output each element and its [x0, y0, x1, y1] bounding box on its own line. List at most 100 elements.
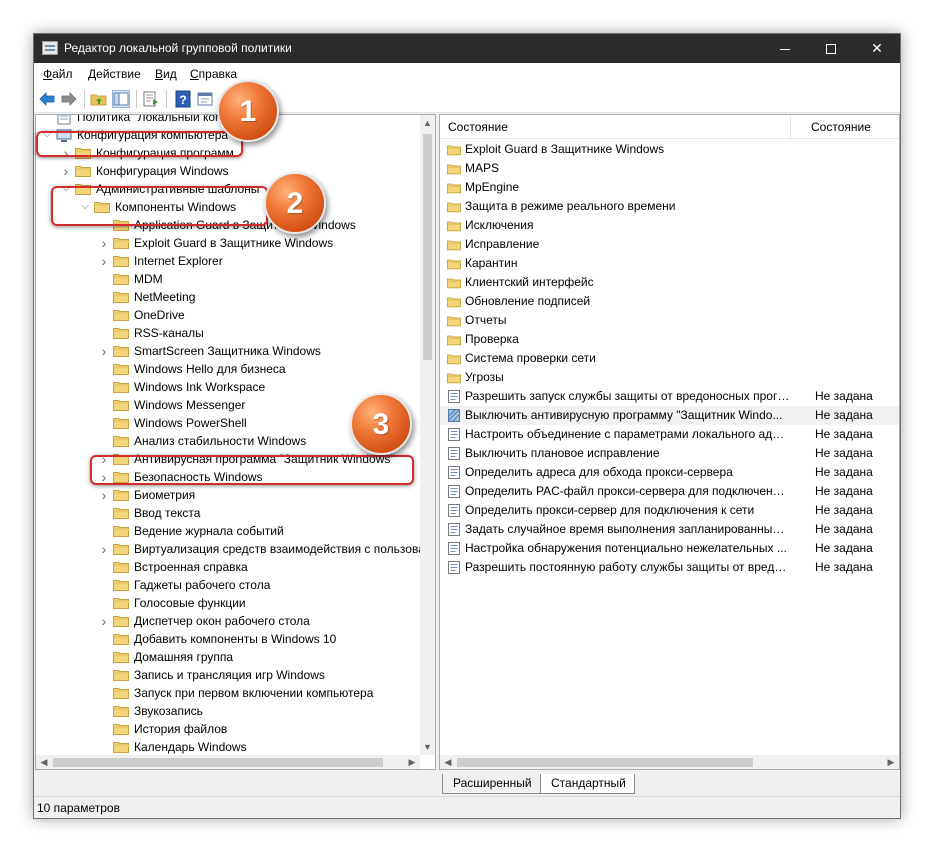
menu-view[interactable]: Вид — [155, 67, 177, 81]
back-icon[interactable] — [38, 90, 56, 108]
chevron-right-icon[interactable]: › — [99, 486, 109, 504]
list-item[interactable]: Настройка обнаружения потенциально нежел… — [440, 539, 899, 558]
tree-item[interactable]: › Internet Explorer — [36, 252, 420, 270]
tree-item[interactable]: Windows Hello для бизнеса — [36, 360, 420, 378]
chevron-right-icon[interactable]: › — [99, 540, 109, 558]
scroll-down-icon[interactable]: ▼ — [420, 739, 435, 755]
list-item[interactable]: MpEngine — [440, 178, 899, 197]
tree-item[interactable]: История файлов — [36, 720, 420, 738]
tree-item[interactable]: Гаджеты рабочего стола — [36, 576, 420, 594]
tree-item[interactable]: Встроенная справка — [36, 558, 420, 576]
tree-item[interactable]: Звукозапись — [36, 702, 420, 720]
column-header-setting[interactable]: Состояние — [448, 120, 508, 134]
step-badge-1: 1 — [217, 80, 279, 142]
list-item[interactable]: Выключить плановое исправление Не задана — [440, 444, 899, 463]
column-divider[interactable] — [790, 115, 791, 139]
tree-item[interactable]: Запись и трансляция игр Windows — [36, 666, 420, 684]
chevron-right-icon[interactable]: › — [99, 342, 109, 360]
list-item[interactable]: Определить прокси-сервер для подключения… — [440, 501, 899, 520]
tree-item[interactable]: › SmartScreen Защитника Windows — [36, 342, 420, 360]
policy-setting-icon — [447, 542, 461, 555]
step-badge-3: 3 — [350, 393, 412, 455]
tab-extended[interactable]: Расширенный — [442, 774, 541, 794]
scroll-right-icon[interactable]: ▶ — [883, 755, 899, 769]
export-list-icon[interactable] — [142, 90, 160, 108]
tree-vertical-scrollbar[interactable]: ▲ ▼ — [420, 115, 435, 755]
tree-item[interactable]: Windows Ink Workspace — [36, 378, 420, 396]
list-item[interactable]: Обновление подписей — [440, 292, 899, 311]
show-hide-tree-icon[interactable] — [112, 90, 130, 108]
tree-item[interactable]: Ввод текста — [36, 504, 420, 522]
tree-item[interactable]: NetMeeting — [36, 288, 420, 306]
tree-item-label: Встроенная справка — [134, 560, 248, 574]
maximize-button[interactable] — [808, 34, 854, 63]
list-item[interactable]: Определить адреса для обхода прокси-серв… — [440, 463, 899, 482]
chevron-right-icon[interactable]: › — [61, 162, 71, 180]
list-item[interactable]: Определить PAC-файл прокси-сервера для п… — [440, 482, 899, 501]
list-item[interactable]: Отчеты — [440, 311, 899, 330]
tree-item[interactable]: › Виртуализация средств взаимодействия с … — [36, 540, 420, 558]
tree-item[interactable]: Добавить компоненты в Windows 10 — [36, 630, 420, 648]
column-header-state[interactable]: Состояние — [811, 120, 871, 134]
scroll-up-icon[interactable]: ▲ — [420, 115, 435, 131]
tree-item[interactable]: RSS-каналы — [36, 324, 420, 342]
scroll-thumb[interactable] — [457, 758, 753, 767]
tree-item[interactable]: Календарь Windows — [36, 738, 420, 755]
folder-icon — [113, 741, 129, 753]
list-item-state: Не задана — [815, 503, 873, 517]
tree-item[interactable]: › Биометрия — [36, 486, 420, 504]
list-item-name: Система проверки сети — [465, 351, 596, 365]
tree-item-label: Запуск при первом включении компьютера — [134, 686, 374, 700]
title-bar[interactable]: Редактор локальной групповой политики ✕ — [34, 34, 900, 63]
minimize-button[interactable] — [762, 34, 808, 63]
policy-setting-icon — [447, 485, 461, 498]
list-item[interactable]: Разрешить постоянную работу службы защит… — [440, 558, 899, 577]
tree-item[interactable]: › Диспетчер окон рабочего стола — [36, 612, 420, 630]
chevron-right-icon[interactable]: › — [99, 234, 109, 252]
list-item[interactable]: Задать случайное время выполнения заплан… — [440, 520, 899, 539]
scroll-left-icon[interactable]: ◀ — [440, 755, 456, 769]
forward-icon[interactable] — [60, 90, 78, 108]
list-item[interactable]: Exploit Guard в Защитнике Windows — [440, 140, 899, 159]
list-item[interactable]: Исключения — [440, 216, 899, 235]
close-button[interactable]: ✕ — [854, 34, 900, 63]
tree-item[interactable]: Ведение журнала событий — [36, 522, 420, 540]
list-item[interactable]: Настроить объединение с параметрами лока… — [440, 425, 899, 444]
list-horizontal-scrollbar[interactable]: ◀ ▶ — [440, 755, 899, 769]
list-item[interactable]: Система проверки сети — [440, 349, 899, 368]
tree-item[interactable]: Запуск при первом включении компьютера — [36, 684, 420, 702]
list-item[interactable]: Проверка — [440, 330, 899, 349]
scroll-thumb[interactable] — [53, 758, 383, 767]
scroll-thumb[interactable] — [423, 134, 432, 360]
tab-standard[interactable]: Стандартный — [540, 774, 635, 794]
tree-item[interactable]: OneDrive — [36, 306, 420, 324]
list-item-state: Не задана — [815, 446, 873, 460]
tree-item[interactable]: › Конфигурация Windows — [36, 162, 420, 180]
list-item[interactable]: Выключить антивирусную программу "Защитн… — [440, 406, 899, 425]
menu-action[interactable]: Действие — [88, 67, 141, 81]
tree-item[interactable]: › Exploit Guard в Защитнике Windows — [36, 234, 420, 252]
toolbar-separator — [166, 90, 167, 108]
tree-item[interactable]: Домашняя группа — [36, 648, 420, 666]
tree-horizontal-scrollbar[interactable]: ◀ ▶ — [36, 755, 420, 769]
tree-item[interactable]: MDM — [36, 270, 420, 288]
list-item[interactable]: Разрешить запуск службы защиты от вредон… — [440, 387, 899, 406]
tree-item[interactable]: Голосовые функции — [36, 594, 420, 612]
chevron-right-icon[interactable]: › — [99, 612, 109, 630]
list-item[interactable]: Угрозы — [440, 368, 899, 387]
properties-icon[interactable] — [196, 90, 214, 108]
list-item[interactable]: Клиентский интерфейс — [440, 273, 899, 292]
list-item[interactable]: MAPS — [440, 159, 899, 178]
scroll-right-icon[interactable]: ▶ — [404, 755, 420, 769]
toolbar-separator — [136, 90, 137, 108]
up-folder-icon[interactable] — [90, 90, 108, 108]
chevron-right-icon[interactable]: › — [99, 252, 109, 270]
gpedit-icon — [42, 41, 58, 55]
help-icon[interactable]: ? — [174, 90, 192, 108]
menu-help[interactable]: Справка — [190, 67, 237, 81]
list-item[interactable]: Защита в режиме реального времени — [440, 197, 899, 216]
menu-file[interactable]: Файл — [43, 67, 73, 81]
list-item[interactable]: Карантин — [440, 254, 899, 273]
scroll-left-icon[interactable]: ◀ — [36, 755, 52, 769]
list-item[interactable]: Исправление — [440, 235, 899, 254]
